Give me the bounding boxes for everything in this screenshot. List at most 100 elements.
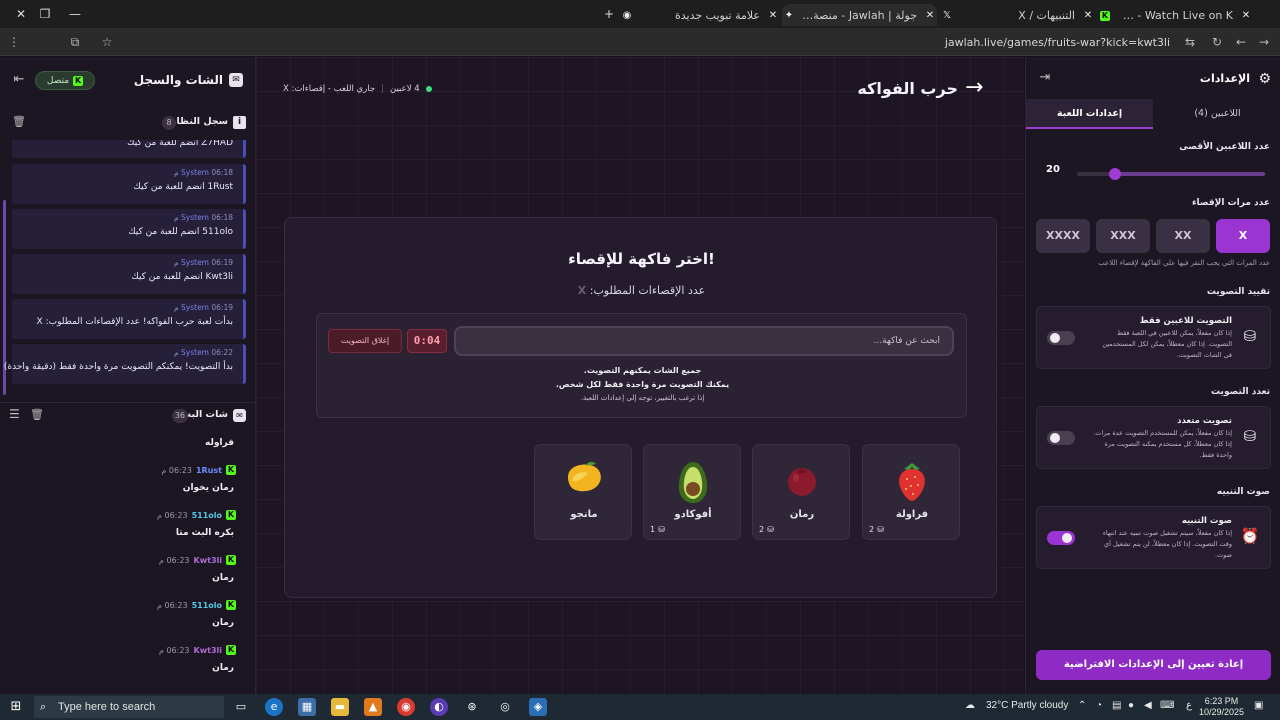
keyboard-icon[interactable]: ⌨: [1160, 700, 1174, 711]
chat-message: K 511olo 06:23 م رمان: [157, 600, 236, 628]
close-tab-icon[interactable]: ✕: [1081, 10, 1095, 21]
chrome-icon[interactable]: ◉: [397, 698, 415, 716]
vote-count: 2 ⛁: [759, 525, 774, 534]
kick-option-x[interactable]: X: [1216, 219, 1270, 253]
trash-icon[interactable]: 🗑: [12, 115, 26, 128]
network-icon[interactable]: ▤: [1112, 700, 1121, 711]
back-arrow-icon[interactable]: →: [965, 77, 995, 101]
stream-chat-header: ✉ شات البث 36 🗑 ☰: [0, 402, 256, 428]
app-icon[interactable]: ◈: [529, 698, 547, 716]
trash-icon[interactable]: 🗑: [30, 408, 44, 421]
app-icon[interactable]: ◎: [496, 698, 514, 716]
multi-vote-toggle[interactable]: [1047, 431, 1075, 445]
kick-option-xxx[interactable]: XXX: [1096, 219, 1150, 253]
vote-card: اختر فاكهة للإقصاء! عدد الإقصاءات المطلو…: [284, 217, 997, 598]
edge-icon[interactable]: e: [265, 698, 283, 716]
slider-fill: [1114, 172, 1265, 176]
forward-icon[interactable]: ←: [1231, 33, 1251, 51]
close-tab-icon[interactable]: ✕: [923, 10, 937, 21]
tray-chevron-icon[interactable]: ⌃: [1078, 700, 1086, 711]
fruit-card-pomegranate[interactable]: رمان 2 ⛁: [752, 444, 850, 540]
browser-tab-kick[interactable]: ✕ Kwt3li Stream - Watch Live on K K: [1098, 4, 1253, 26]
list-item: System 06:19 م Kwt3li انضم للعبة من كيك: [12, 254, 246, 294]
tab-players[interactable]: اللاعبين (4): [1154, 99, 1280, 129]
strawberry-icon: [863, 459, 961, 506]
chat-log-panel: ✉ الشات والسجل K متصل ⇤ i سجل النظام 8 🗑…: [0, 57, 256, 694]
fruit-card-avocado[interactable]: أفوكادو 1 ⛁: [643, 444, 741, 540]
jawlah-icon: ✦: [784, 9, 794, 21]
app-icon[interactable]: ▲: [364, 698, 382, 716]
list-item: System 06:18 م 1Rust انضم للعبة من كيك: [12, 164, 246, 204]
browser-tab-new[interactable]: ✕ علامة تبويب جديدة ◉: [620, 4, 780, 26]
tray-app-icon[interactable]: ◔: [1096, 700, 1102, 711]
task-view-icon[interactable]: ▭: [232, 698, 250, 716]
reset-defaults-button[interactable]: إعادة تعيين إلى الإعدادات الافتراضية: [1036, 650, 1271, 680]
multi-vote-option: ⛁ تصويت متعدد إذا كان مفعلاً، يمكن للمست…: [1036, 406, 1271, 469]
bookmark-star-icon[interactable]: ☆: [97, 33, 117, 51]
fruit-search-input[interactable]: [454, 326, 954, 356]
vote-title: اختر فاكهة للإقصاء!: [568, 250, 715, 268]
fruit-card-strawberry[interactable]: فراولة 2 ⛁: [862, 444, 960, 540]
windows-taskbar: ⊞ ⌕ Type here to search ▭ e ▦ ▬ ▲ ◉ ◐ ⊛ …: [0, 694, 1280, 720]
kick-option-xxxx[interactable]: XXXX: [1036, 219, 1090, 253]
mic-icon[interactable]: ●: [1128, 700, 1134, 711]
app-icon[interactable]: ◐: [430, 698, 448, 716]
volume-icon[interactable]: ◀: [1144, 700, 1152, 711]
file-explorer-icon[interactable]: ▬: [331, 698, 349, 716]
kick-icon: K: [226, 645, 236, 655]
browser-tab-jawlah[interactable]: ✕ جولة | Jawlah - منصة الألعاب الت ✦: [782, 4, 937, 26]
max-players-value: 20: [1046, 164, 1060, 175]
avocado-icon: [644, 459, 742, 508]
back-icon[interactable]: →: [1254, 33, 1274, 51]
collapse-panel-icon[interactable]: ⇥: [1036, 70, 1054, 88]
kick-icon: K: [226, 465, 236, 475]
vote-restrict-toggle[interactable]: [1047, 331, 1075, 345]
slider-thumb[interactable]: [1108, 168, 1121, 180]
settings-tabs: إعدادات اللعبة اللاعبين (4): [1026, 99, 1280, 129]
chat-message: K Kwt3li 06:23 م رمان: [158, 645, 236, 673]
required-kicks: عدد الإقصاءات المطلوب: X: [577, 284, 706, 297]
alert-sound-toggle[interactable]: [1047, 531, 1075, 545]
collapse-panel-icon[interactable]: ⇤: [10, 72, 28, 90]
tab-game-settings[interactable]: إعدادات اللعبة: [1026, 99, 1153, 129]
site-settings-icon[interactable]: ⇆: [1180, 33, 1200, 51]
kick-icon: K: [226, 555, 236, 565]
taskbar-clock[interactable]: 6:23 PM 10/29/2025: [1199, 696, 1244, 718]
app-icon[interactable]: ⊛: [463, 698, 481, 716]
vote-restrict-option: ⛁ التصويت للاعبين فقط إذا كان مفعلاً، يم…: [1036, 306, 1271, 369]
kick-option-xx[interactable]: XX: [1156, 219, 1210, 253]
close-tab-icon[interactable]: ✕: [1239, 10, 1253, 21]
fruit-card-mango[interactable]: مانجو: [534, 444, 632, 540]
alert-sound-option: ⏰ صوت التنبيه إذا كان مفعلاً، سيتم تشغيل…: [1036, 506, 1271, 569]
system-log-count: 8: [162, 116, 176, 130]
close-tab-icon[interactable]: ✕: [766, 10, 780, 21]
url-field[interactable]: jawlah.live/games/fruits-war?kick=kwt3li: [945, 36, 1170, 49]
list-view-icon[interactable]: ☰: [9, 407, 20, 421]
page: ✉ الشات والسجل K متصل ⇤ i سجل النظام 8 🗑…: [0, 57, 1280, 694]
address-bar: ⋮ A ⧉ ☆ jawlah.live/games/fruits-war?kic…: [0, 28, 1280, 78]
browser-tab-x[interactable]: ✕ التنبيهات / X 𝕏: [940, 4, 1095, 26]
vote-count: 1 ⛁: [650, 525, 665, 534]
ballot-box-icon: ⛁: [1243, 327, 1257, 345]
weather-text[interactable]: 32°C Partly cloudy: [986, 700, 1068, 711]
chat-message: K Kwt3li 06:23 م رمان: [158, 555, 236, 583]
chrome-icon: ◉: [622, 9, 632, 21]
windows-start-icon[interactable]: ⊞: [7, 698, 25, 716]
max-players-slider[interactable]: [1077, 168, 1265, 180]
menu-dots-icon[interactable]: ⋮: [4, 33, 24, 51]
list-item: System 06:22 م بدأ التصويت! يمكنكم التصو…: [4, 344, 246, 384]
game-status: 4 لاعبين | جاري اللعب - إقصاءات: X: [283, 84, 432, 94]
store-icon[interactable]: ▦: [298, 698, 316, 716]
kicks-label: عدد مرات الإقصاء: [1191, 198, 1270, 208]
reload-icon[interactable]: ↻: [1207, 33, 1227, 51]
extensions-icon[interactable]: ⧉: [65, 33, 85, 51]
chat-message: K 1Rust 06:23 م رمان يخوان: [161, 465, 236, 493]
taskbar-search[interactable]: ⌕ Type here to search: [34, 696, 224, 718]
kick-icon: K: [226, 600, 236, 610]
restore-window-icon[interactable]: ❐: [30, 4, 60, 24]
close-vote-button[interactable]: إغلاق التصويت: [328, 329, 402, 353]
input-language[interactable]: ع: [1186, 700, 1192, 711]
stream-chat-count: 36: [171, 409, 188, 423]
notifications-icon[interactable]: ▣: [1254, 700, 1263, 711]
minimize-window-icon[interactable]: —: [60, 4, 90, 24]
